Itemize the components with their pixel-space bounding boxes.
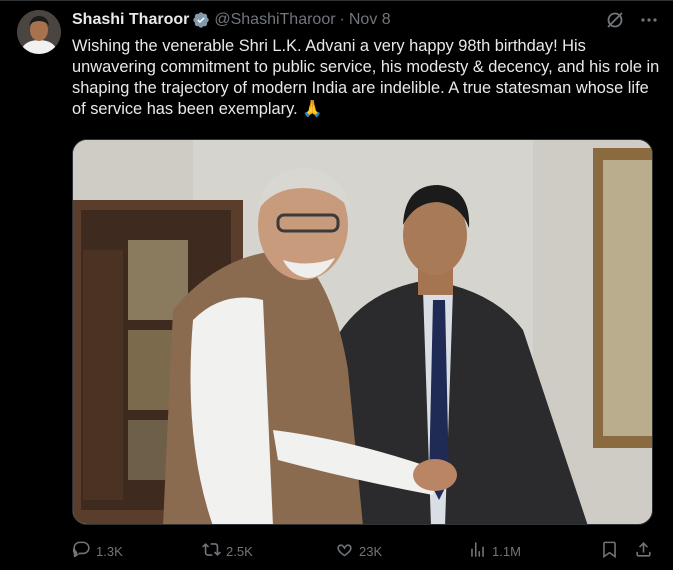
- bookmark-button[interactable]: [600, 539, 619, 563]
- views-button[interactable]: 1.1M: [468, 539, 521, 563]
- author-handle[interactable]: @ShashiTharoor: [214, 11, 335, 29]
- tweet-text: Wishing the venerable Shri L.K. Advani a…: [72, 37, 660, 118]
- repost-button[interactable]: 2.5K: [202, 539, 253, 563]
- repost-count: 2.5K: [226, 543, 253, 559]
- share-icon: [634, 540, 653, 562]
- separator-dot: ·: [339, 11, 345, 28]
- share-button[interactable]: [634, 539, 653, 563]
- reply-button[interactable]: 1.3K: [72, 539, 123, 563]
- like-button[interactable]: 23K: [335, 539, 382, 563]
- avatar[interactable]: [17, 10, 61, 54]
- reply-icon: [72, 540, 91, 562]
- tweet-photo[interactable]: [72, 139, 653, 525]
- reply-count: 1.3K: [96, 543, 123, 559]
- repost-icon: [202, 540, 221, 562]
- bookmark-icon: [600, 540, 619, 562]
- grok-icon[interactable]: [605, 10, 625, 30]
- tweet-card[interactable]: Shashi Tharoor @ShashiTharoor · Nov 8 Wi: [0, 0, 673, 570]
- views-count: 1.1M: [492, 543, 521, 559]
- views-icon: [468, 540, 487, 562]
- top-right-icons: [605, 10, 659, 30]
- tweet-header: Shashi Tharoor @ShashiTharoor · Nov 8: [72, 9, 391, 31]
- author-name[interactable]: Shashi Tharoor: [72, 11, 189, 29]
- tweet-date[interactable]: Nov 8: [349, 11, 391, 29]
- verified-icon[interactable]: [192, 11, 210, 29]
- action-bar: 1.3K 2.5K 23K 1.1M: [72, 539, 662, 563]
- more-icon[interactable]: [639, 10, 659, 30]
- like-count: 23K: [359, 543, 383, 559]
- like-icon: [335, 540, 354, 562]
